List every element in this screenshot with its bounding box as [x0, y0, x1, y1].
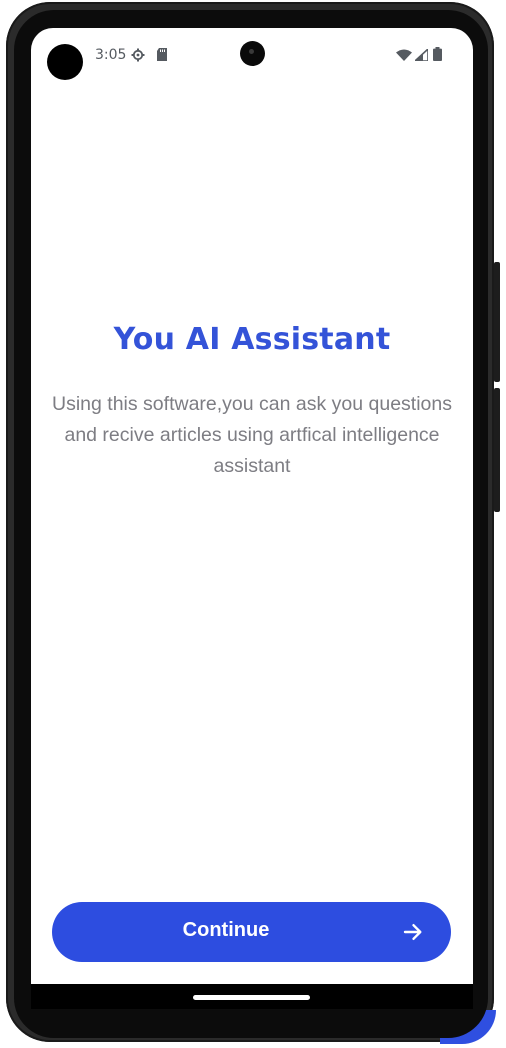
volume-button: [494, 388, 500, 512]
app-screen: [31, 28, 473, 1009]
signal-icon: [412, 47, 429, 66]
camera-lens: [240, 41, 265, 66]
home-indicator[interactable]: [193, 995, 310, 1000]
battery-icon: [433, 47, 442, 66]
onboarding-description: Using this software,you can ask you ques…: [52, 393, 452, 477]
settings-gear-icon: [131, 48, 145, 67]
continue-button-label: Continue: [182, 919, 270, 941]
arrow-right-icon: [403, 922, 423, 945]
status-time: 3:05: [95, 47, 127, 63]
power-button: [494, 262, 500, 382]
onboarding-title: You AI Assistant: [113, 322, 391, 357]
continue-button[interactable]: Continue: [52, 902, 451, 962]
front-camera-cutout: [47, 44, 83, 80]
sd-card-icon: [156, 48, 168, 66]
wifi-icon: [396, 48, 412, 66]
